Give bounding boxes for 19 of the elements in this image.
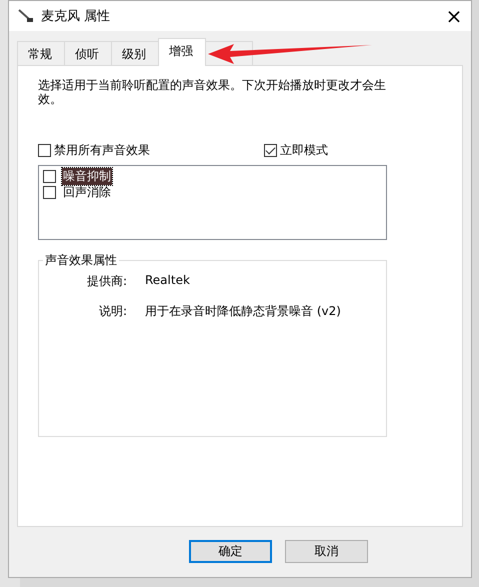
description-text: 选择适用于当前聆听配置的声音效果。下次开始播放时更改才会生效。 (38, 78, 387, 106)
list-item[interactable]: 噪音抑制 (62, 168, 112, 184)
checkbox[interactable] (43, 186, 56, 198)
property-label: 说明: (98, 303, 128, 320)
property-value: Realtek (145, 273, 190, 289)
property-value: 用于在录音时降低静态背景噪音 (v2) (145, 303, 341, 320)
property-label: 提供商: (86, 273, 128, 290)
close-button[interactable]: × (437, 4, 471, 28)
group-title: 声音效果属性 (44, 252, 118, 269)
dialog-button[interactable]: 取消 (285, 540, 368, 563)
checkbox[interactable]: 立即模式 (264, 142, 328, 159)
microphone-icon (17, 7, 35, 25)
tab[interactable]: 常规 (17, 41, 65, 66)
tab[interactable]: 增强 (158, 38, 206, 66)
checkbox[interactable]: 禁用所有声音效果 (38, 142, 150, 159)
dialog-button[interactable]: 确定 (189, 540, 272, 563)
list-item[interactable]: 回声消除 (62, 184, 112, 200)
checkbox[interactable] (43, 170, 56, 182)
window-title: 麦克风 属性 (41, 8, 112, 25)
